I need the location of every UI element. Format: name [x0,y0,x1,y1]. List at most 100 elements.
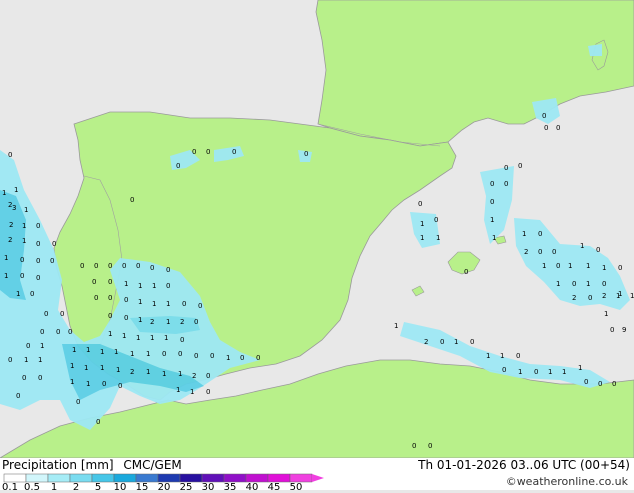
precip-value-78: 0 [210,352,214,360]
precip-value-129: 1 [586,262,590,270]
valid-time: Th 01-01-2026 03..06 UTC (00+54) [418,458,630,472]
precip-value-77: 0 [194,352,198,360]
precip-value-132: 1 [556,280,560,288]
title-text: Precipitation [mm] [2,458,114,472]
precip-value-119: 1 [522,230,526,238]
precip-value-39: 0 [136,262,140,270]
legend-tick-13: 50 [289,482,303,493]
precip-value-7: 1 [22,222,26,230]
precip-value-167: 0 [464,268,468,276]
precip-value-20: 1 [16,290,20,298]
precip-value-74: 1 [146,350,150,358]
precip-value-57: 0 [124,314,128,322]
precip-value-33: 0 [38,374,42,382]
precip-value-131: 0 [618,264,622,272]
precip-value-137: 2 [572,294,576,302]
precip-value-165: 0 [412,442,416,450]
precip-value-10: 1 [22,237,26,245]
precip-value-58: 1 [138,316,142,324]
precip-value-134: 1 [586,280,590,288]
precip-value-98: 0 [206,388,210,396]
precip-value-108: 1 [420,220,424,228]
map-title: Precipitation [mm] CMC/GEM [2,458,182,472]
precip-value-31: 1 [38,356,42,364]
precip-value-29: 0 [8,356,12,364]
precip-value-145: 1 [394,322,398,330]
precip-value-157: 1 [562,368,566,376]
precip-value-150: 1 [486,352,490,360]
credit-link[interactable]: ©weatheronline.co.uk [506,475,628,488]
precip-value-85: 1 [116,366,120,374]
precip-value-9: 2 [8,236,12,244]
precip-value-158: 1 [578,364,582,372]
precip-value-153: 0 [502,366,506,374]
precip-value-86: 2 [130,368,134,376]
precip-value-125: 0 [596,246,600,254]
precip-value-151: 1 [500,352,504,360]
precip-value-159: 0 [584,378,588,386]
precip-value-66: 1 [150,334,154,342]
legend-swatch-13 [289,473,313,483]
legend-tick-4: 5 [94,482,102,493]
footer-bar: Precipitation [mm] CMC/GEM Th 01-01-2026… [0,458,634,493]
precip-value-51: 1 [138,298,142,306]
precip-value-73: 1 [130,350,134,358]
precip-value-1: 1 [14,186,18,194]
precip-value-30: 1 [24,356,28,364]
precip-value-38: 0 [122,262,126,270]
legend-tick-1: 0.5 [24,482,40,493]
precip-value-94: 0 [102,380,106,388]
legend-swatch-4 [91,473,115,483]
precip-value-148: 1 [454,338,458,346]
precip-value-68: 0 [180,336,184,344]
precip-value-96: 1 [176,386,180,394]
precip-value-16: 0 [50,257,54,265]
precip-value-97: 1 [190,388,194,396]
precip-value-83: 1 [84,364,88,372]
precip-value-56: 0 [108,312,112,320]
legend-tick-0: 0.1 [2,482,18,493]
precip-value-123: 0 [552,248,556,256]
legend-tick-3: 2 [72,482,80,493]
precip-value-62: 0 [194,318,198,326]
precip-value-5: 1 [24,206,28,214]
precip-value-35: 0 [80,262,84,270]
legend-swatch-11 [245,473,269,483]
legend-tick-7: 20 [157,482,171,493]
precip-value-122: 0 [538,248,542,256]
precip-value-49: 0 [108,294,112,302]
precip-value-27: 0 [26,342,30,350]
precip-value-140: 1 [616,292,620,300]
precip-value-48: 0 [94,294,98,302]
precip-value-93: 1 [86,380,90,388]
precip-value-115: 0 [504,180,508,188]
legend-tick-10: 35 [223,482,237,493]
precip-value-141: 1 [630,292,634,300]
precip-value-117: 1 [490,216,494,224]
precip-value-100: 0 [96,418,100,426]
precip-value-70: 1 [86,346,90,354]
precip-value-103: 0 [192,148,196,156]
legend-swatch-1 [25,473,49,483]
precip-value-44: 1 [124,280,128,288]
precip-value-120: 0 [538,230,542,238]
precip-value-14: 0 [20,256,24,264]
precip-value-0: 0 [8,151,12,159]
precip-value-102: 0 [176,162,180,170]
precip-value-45: 1 [138,282,142,290]
precip-value-82: 1 [70,362,74,370]
precip-value-149: 0 [470,338,474,346]
legend-swatch-7 [157,473,181,483]
precip-value-162: 0 [542,112,546,120]
precip-value-130: 1 [602,264,606,272]
legend-swatch-0 [3,473,27,483]
precip-value-114: 0 [490,180,494,188]
precip-value-2: 1 [2,189,6,197]
precip-value-22: 0 [44,310,48,318]
legend-tick-8: 25 [179,482,193,493]
precip-value-161: 0 [612,380,616,388]
precip-value-127: 0 [556,262,560,270]
precip-value-112: 0 [504,164,508,172]
precip-value-92: 1 [70,378,74,386]
legend-swatch-9 [201,473,225,483]
